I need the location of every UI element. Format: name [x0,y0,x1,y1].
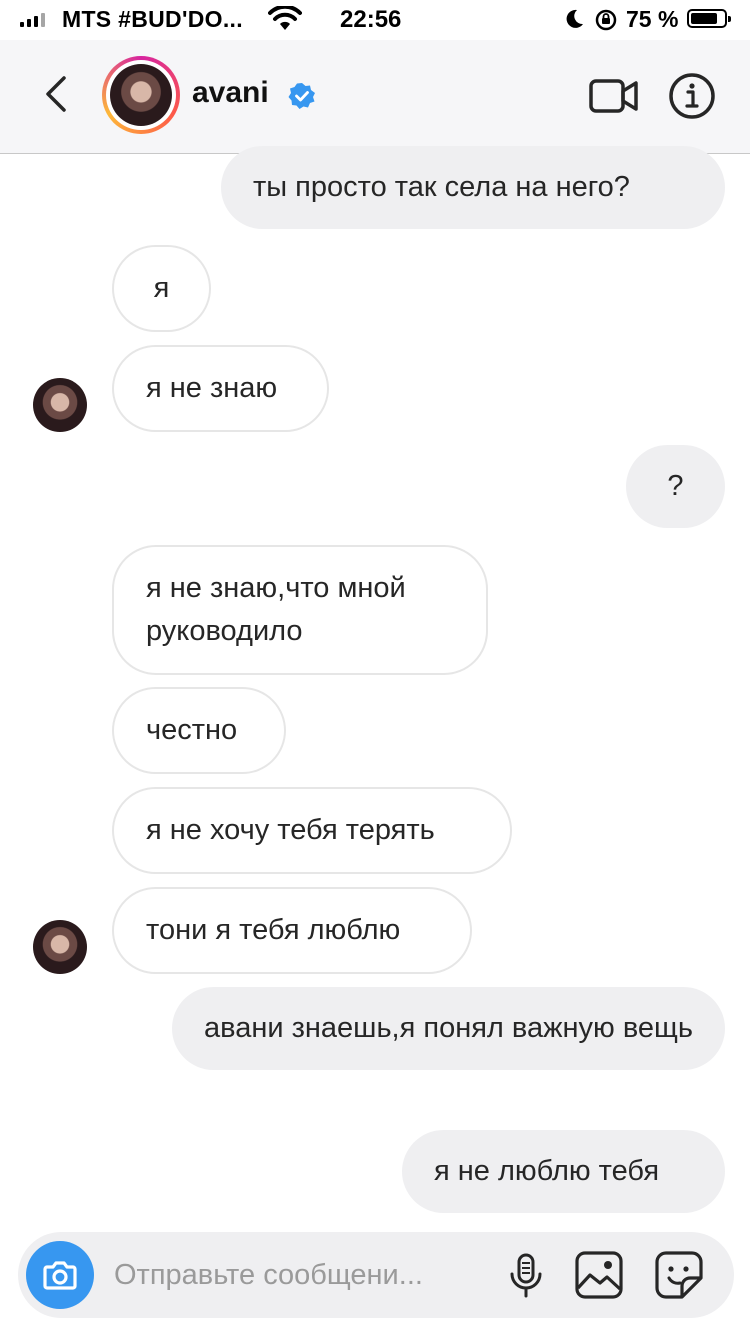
rotation-lock-icon [595,9,617,31]
message-input[interactable] [114,1254,494,1296]
sender-avatar[interactable] [33,378,87,432]
back-icon[interactable] [38,72,78,116]
message-incoming[interactable]: я не знаю [112,345,329,432]
message-incoming[interactable]: я не хочу тебя терять [112,787,512,874]
message-outgoing[interactable]: ты просто так села на него? [221,146,725,229]
chat-username[interactable]: avani [192,76,269,110]
microphone-icon[interactable] [506,1252,546,1300]
message-outgoing[interactable]: ? [626,445,725,528]
clock: 22:56 [340,6,402,33]
status-bar: MTS #BUD'DO... 22:56 75 % [0,0,750,40]
signal-icon [20,13,45,27]
carrier-name: MTS #BUD'DO... [62,6,243,32]
gallery-icon[interactable] [574,1250,624,1300]
message-incoming[interactable]: честно [112,687,286,774]
battery-icon [687,9,731,28]
camera-icon [43,1261,77,1290]
battery-percentage: 75 % [626,6,679,32]
avatar-image [110,64,172,126]
profile-avatar[interactable] [102,56,180,134]
message-incoming[interactable]: я [112,245,211,332]
wifi-icon [268,6,302,30]
message-composer [18,1232,734,1318]
sticker-icon[interactable] [654,1250,704,1300]
moon-icon [566,9,583,28]
chat-header: avani [0,40,750,154]
verified-badge-icon [288,83,315,109]
video-call-icon[interactable] [588,74,640,118]
sender-avatar[interactable] [33,920,87,974]
message-outgoing[interactable]: авани знаешь,я понял важную вещь [172,987,725,1070]
camera-button[interactable] [26,1241,94,1309]
message-incoming[interactable]: тони я тебя люблю [112,887,472,974]
message-outgoing[interactable]: я не люблю тебя [402,1130,725,1213]
message-incoming[interactable]: я не знаю,что мной руководило [112,545,488,675]
info-icon[interactable] [668,72,716,120]
